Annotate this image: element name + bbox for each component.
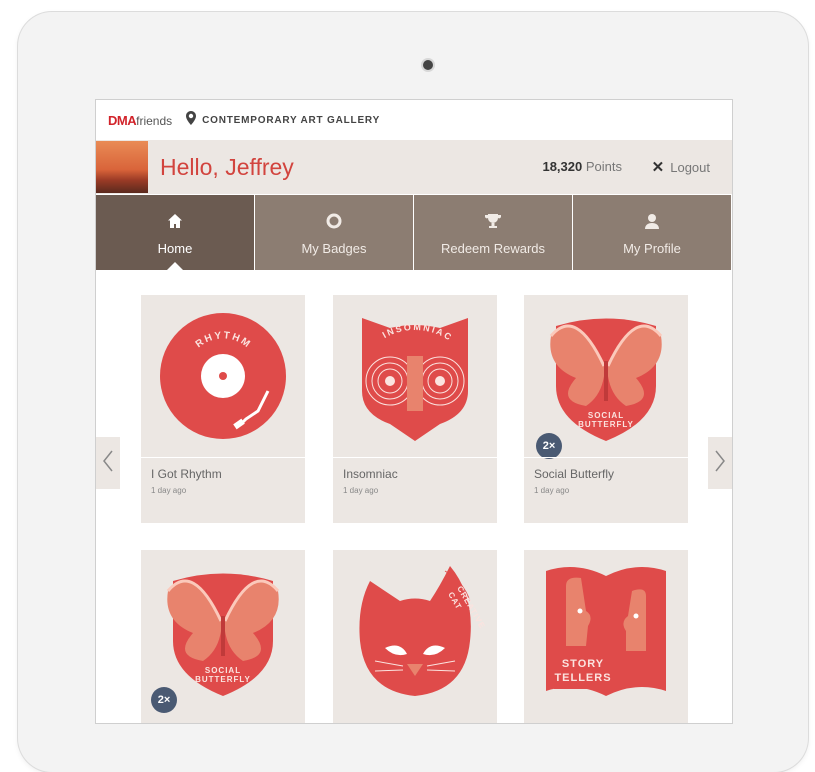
- svg-text:BUTTERFLY: BUTTERFLY: [195, 675, 251, 684]
- profile-icon: [573, 213, 731, 237]
- tab-my-profile-label: My Profile: [623, 241, 681, 256]
- badge-name: I Got Rhythm: [151, 467, 222, 481]
- badge-time: 1 day ago: [534, 486, 570, 495]
- badge-grid: RHYTHM I Got Rhythm 1 day ago INSOMNIAC …: [96, 270, 732, 723]
- badge-time: 1 day ago: [151, 486, 187, 495]
- owl-badge-icon: INSOMNIAC: [333, 295, 497, 457]
- svg-text:SOCIAL: SOCIAL: [205, 666, 241, 675]
- badge-card-social-butterfly-2[interactable]: SOCIAL BUTTERFLY 2×: [141, 550, 305, 723]
- next-arrow[interactable]: [708, 437, 732, 489]
- svg-text:BUTTERFLY: BUTTERFLY: [578, 420, 634, 429]
- badge-card-i-got-rhythm[interactable]: RHYTHM I Got Rhythm 1 day ago: [141, 295, 305, 523]
- record-badge-icon: RHYTHM: [141, 295, 305, 457]
- badge-card-story-tellers[interactable]: STORY TELLERS: [524, 550, 688, 723]
- close-icon: ✕: [651, 159, 665, 176]
- book-badge-icon: STORY TELLERS: [524, 550, 688, 712]
- camera: [423, 60, 433, 70]
- main-nav: Home My Badges Redeem Rewards My Profile: [96, 195, 732, 271]
- badge-card-creative-cat[interactable]: CREATIVE CAT: [333, 550, 497, 723]
- trophy-icon: [414, 213, 572, 237]
- user-header: Hello, Jeffrey 18,320 Points ✕ Logout: [96, 140, 732, 194]
- tab-my-badges[interactable]: My Badges: [255, 195, 413, 270]
- location-name: CONTEMPORARY ART GALLERY: [202, 114, 381, 126]
- card-divider: [141, 457, 305, 458]
- chevron-left-icon: [102, 449, 114, 478]
- points-display: 18,320 Points: [542, 159, 622, 174]
- svg-text:TELLERS: TELLERS: [554, 672, 611, 684]
- app-screen: DMA friends CONTEMPORARY ART GALLERY Hel…: [96, 100, 732, 723]
- points-label: Points: [585, 159, 622, 174]
- multiplier-badge: 2×: [536, 433, 562, 459]
- top-bar: DMA friends CONTEMPORARY ART GALLERY: [96, 100, 732, 140]
- badge-card-insomniac[interactable]: INSOMNIAC Insomniac 1 day ago: [333, 295, 497, 523]
- greeting: Hello, Jeffrey: [160, 153, 294, 180]
- badge-card-social-butterfly[interactable]: SOCIAL BUTTERFLY 2× Social Butterfly 1 d…: [524, 295, 688, 523]
- badge-icon: [255, 213, 413, 237]
- tab-redeem-rewards-label: Redeem Rewards: [440, 241, 546, 256]
- logo-dma: DMA: [108, 112, 137, 128]
- logout-label: Logout: [670, 159, 710, 175]
- tab-my-badges-label: My Badges: [301, 241, 367, 256]
- svg-text:STORY: STORY: [562, 658, 604, 670]
- card-divider: [333, 457, 497, 458]
- avatar[interactable]: [96, 141, 148, 193]
- prev-arrow[interactable]: [96, 437, 120, 489]
- svg-text:SOCIAL: SOCIAL: [588, 411, 624, 420]
- logo-friends: friends: [136, 113, 173, 128]
- logout-button[interactable]: ✕ Logout: [652, 158, 710, 176]
- badge-name: Social Butterfly: [534, 467, 615, 481]
- home-icon: [96, 213, 254, 237]
- cat-badge-icon: CREATIVE CAT: [333, 550, 497, 712]
- tab-my-profile[interactable]: My Profile: [573, 195, 731, 270]
- badge-name: Insomniac: [343, 467, 398, 481]
- multiplier-badge: 2×: [151, 687, 177, 713]
- tab-home[interactable]: Home: [96, 195, 254, 271]
- tab-redeem-rewards[interactable]: Redeem Rewards: [414, 195, 572, 270]
- map-pin-icon: [186, 110, 197, 130]
- dma-friends-logo[interactable]: DMA friends: [108, 113, 172, 128]
- points-value: 18,320: [542, 159, 583, 174]
- card-divider: [524, 457, 688, 458]
- badge-time: 1 day ago: [343, 486, 379, 495]
- tab-home-label: Home: [157, 241, 193, 256]
- location-indicator[interactable]: CONTEMPORARY ART GALLERY: [186, 110, 381, 130]
- chevron-right-icon: [714, 449, 726, 478]
